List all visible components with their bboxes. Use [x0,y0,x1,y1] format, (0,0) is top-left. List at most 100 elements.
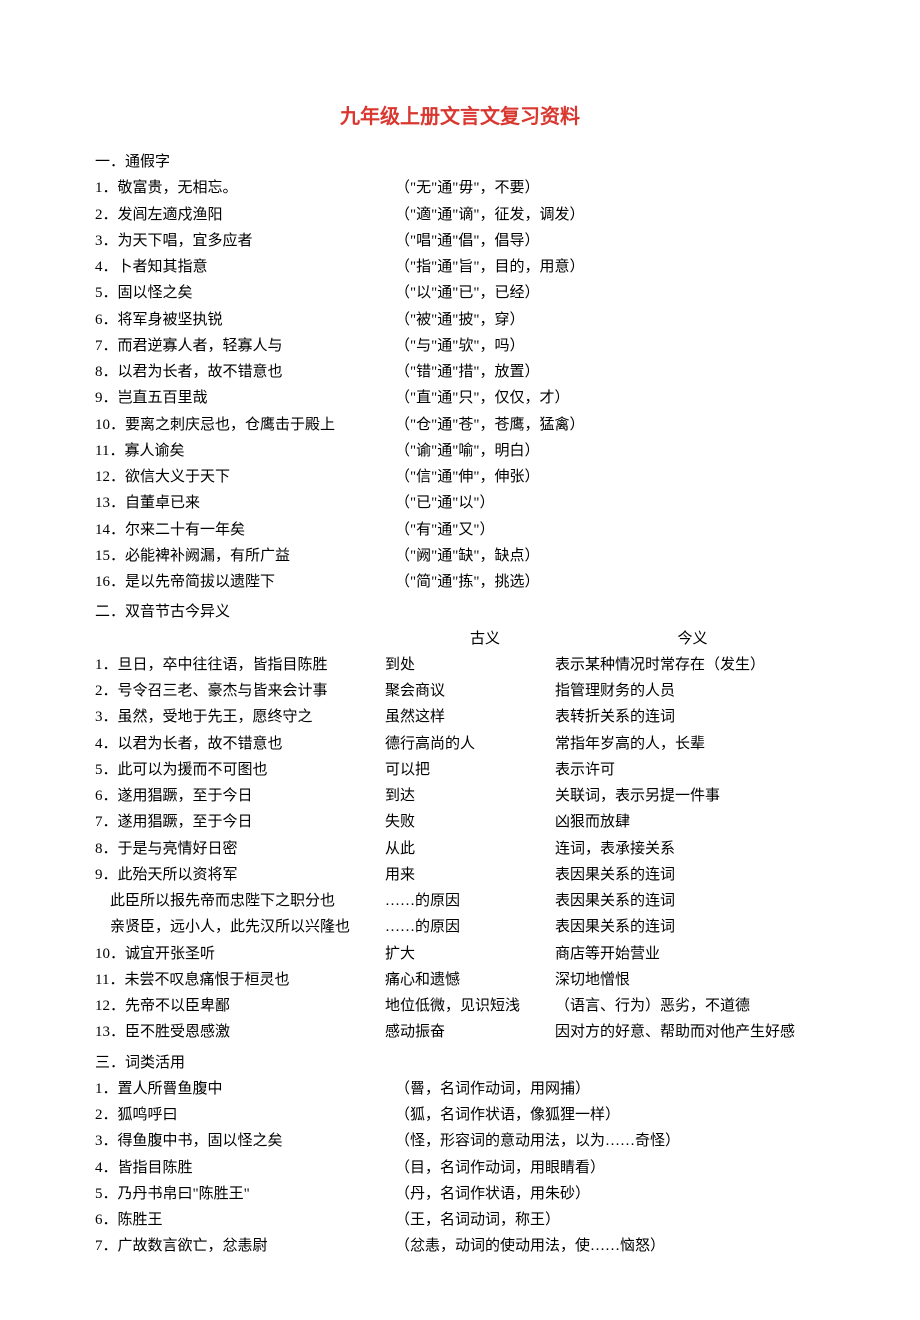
item-modern: 连词，表承接关系 [555,836,825,862]
item-modern: 因对方的好意、帮助而对他产生好感 [555,1019,825,1045]
item-modern: 表示某种情况时常存在（发生） [555,652,825,678]
item-note: （"无"通"毋"，不要） [395,175,825,201]
item-text: 5．固以怪之矣 [95,280,395,306]
item-note: （忿恚，动词的使动用法，使……恼怒） [395,1233,825,1259]
item-text: 9．岂直五百里哉 [95,385,395,411]
list-item: 2．号令召三老、豪杰与皆来会计事聚会商议指管理财务的人员 [95,678,825,704]
header-spacer [95,626,410,652]
item-modern: 表示许可 [555,757,825,783]
item-note: （罾，名词作动词，用网捕） [395,1076,825,1102]
list-item: 8．以君为长者，故不错意也（"错"通"措"，放置） [95,359,825,385]
list-item: 2．狐鸣呼曰（狐，名词作状语，像狐狸一样） [95,1102,825,1128]
item-modern: 关联词，表示另提一件事 [555,783,825,809]
list-item: 13．臣不胜受恩感激感动振奋因对方的好意、帮助而对他产生好感 [95,1019,825,1045]
item-text: 12．先帝不以臣卑鄙 [95,993,385,1019]
item-modern: 凶狠而放肆 [555,809,825,835]
section1-body: 1．敬富贵，无相忘。（"无"通"毋"，不要）2．发闾左適戍渔阳（"適"通"谪"，… [95,175,825,595]
list-item: 14．尔来二十有一年矣（"有"通"又"） [95,517,825,543]
item-note: （"简"通"拣"，挑选） [395,569,825,595]
list-item: 1．敬富贵，无相忘。（"无"通"毋"，不要） [95,175,825,201]
item-text: 9．此殆天所以资将军 [95,862,385,888]
item-text: 7．广故数言欲亡，忿恚尉 [95,1233,395,1259]
list-item: 16．是以先帝简拔以遗陛下（"简"通"拣"，挑选） [95,569,825,595]
item-modern: 常指年岁高的人，长辈 [555,731,825,757]
item-note: （目，名词作动词，用眼睛看） [395,1155,825,1181]
item-ancient: 到达 [385,783,555,809]
list-item: 7．广故数言欲亡，忿恚尉（忿恚，动词的使动用法，使……恼怒） [95,1233,825,1259]
item-text: 1．敬富贵，无相忘。 [95,175,395,201]
item-text: 7．遂用猖蹶，至于今日 [95,809,385,835]
item-modern: 指管理财务的人员 [555,678,825,704]
list-item: 7．而君逆寡人者，轻寡人与（"与"通"欤"，吗） [95,333,825,359]
list-item: 1．旦日，卒中往往语，皆指目陈胜到处表示某种情况时常存在（发生） [95,652,825,678]
item-note: （"被"通"披"，穿） [395,307,825,333]
item-note: （"適"通"谪"，征发，调发） [395,202,825,228]
page-title: 九年级上册文言文复习资料 [95,100,825,135]
item-ancient: 用来 [385,862,555,888]
list-item: 9．此殆天所以资将军用来表因果关系的连词 [95,862,825,888]
section2-body: 1．旦日，卒中往往语，皆指目陈胜到处表示某种情况时常存在（发生）2．号令召三老、… [95,652,825,1046]
item-ancient: 聚会商议 [385,678,555,704]
item-text: 1．置人所罾鱼腹中 [95,1076,395,1102]
list-item: 5．乃丹书帛曰"陈胜王"（丹，名词作状语，用朱砂） [95,1181,825,1207]
list-item: 10．诚宜开张圣听扩大商店等开始营业 [95,941,825,967]
item-text: 6．遂用猖蹶，至于今日 [95,783,385,809]
item-text: 1．旦日，卒中往往语，皆指目陈胜 [95,652,385,678]
list-item: 2．发闾左適戍渔阳（"適"通"谪"，征发，调发） [95,202,825,228]
list-item: 13．自董卓已来（"已"通"以"） [95,490,825,516]
item-modern: 商店等开始营业 [555,941,825,967]
header-jin: 今义 [560,626,825,652]
item-ancient: 感动振奋 [385,1019,555,1045]
item-text: 15．必能裨补阙漏，有所广益 [95,543,395,569]
item-text: 此臣所以报先帝而忠陛下之职分也 [95,888,385,914]
item-note: （丹，名词作状语，用朱砂） [395,1181,825,1207]
item-ancient: 失败 [385,809,555,835]
list-item: 4．以君为长者，故不错意也德行高尚的人常指年岁高的人，长辈 [95,731,825,757]
list-item: 6．将军身被坚执锐（"被"通"披"，穿） [95,307,825,333]
list-item: 7．遂用猖蹶，至于今日失败凶狠而放肆 [95,809,825,835]
item-text: 2．发闾左適戍渔阳 [95,202,395,228]
item-text: 16．是以先帝简拔以遗陛下 [95,569,395,595]
section2-head: 二．双音节古今异义 [95,599,825,625]
item-text: 6．将军身被坚执锐 [95,307,395,333]
item-note: （"信"通"伸"，伸张） [395,464,825,490]
item-modern: 表因果关系的连词 [555,888,825,914]
list-item: 12．先帝不以臣卑鄙地位低微，见识短浅（语言、行为）恶劣，不道德 [95,993,825,1019]
item-ancient: 虽然这样 [385,704,555,730]
item-text: 4．以君为长者，故不错意也 [95,731,385,757]
section1-head: 一．通假字 [95,149,825,175]
header-gu: 古义 [410,626,560,652]
item-ancient: 可以把 [385,757,555,783]
item-note: （"与"通"欤"，吗） [395,333,825,359]
item-ancient: 扩大 [385,941,555,967]
item-text: 11．寡人谕矣 [95,438,395,464]
item-note: （"唱"通"倡"，倡导） [395,228,825,254]
list-item: 3．得鱼腹中书，固以怪之矣（怪，形容词的意动用法，以为……奇怪） [95,1128,825,1154]
list-item: 4．皆指目陈胜（目，名词作动词，用眼睛看） [95,1155,825,1181]
list-item: 12．欲信大义于天下（"信"通"伸"，伸张） [95,464,825,490]
item-note: （"已"通"以"） [395,490,825,516]
list-item: 8．于是与亮情好日密从此连词，表承接关系 [95,836,825,862]
item-note: （"指"通"旨"，目的，用意） [395,254,825,280]
item-modern: 深切地憎恨 [555,967,825,993]
list-item: 4．卜者知其指意（"指"通"旨"，目的，用意） [95,254,825,280]
item-note: （"阙"通"缺"，缺点） [395,543,825,569]
item-ancient: 痛心和遗憾 [385,967,555,993]
item-text: 7．而君逆寡人者，轻寡人与 [95,333,395,359]
item-note: （"仓"通"苍"，苍鹰，猛禽） [395,412,825,438]
item-note: （"直"通"只"，仅仅，才） [395,385,825,411]
item-text: 3．虽然，受地于先王，愿终守之 [95,704,385,730]
list-item: 此臣所以报先帝而忠陛下之职分也……的原因表因果关系的连词 [95,888,825,914]
item-ancient: ……的原因 [385,914,555,940]
item-ancient: 从此 [385,836,555,862]
item-text: 4．皆指目陈胜 [95,1155,395,1181]
item-text: 10．诚宜开张圣听 [95,941,385,967]
list-item: 11．寡人谕矣（"谕"通"喻"，明白） [95,438,825,464]
list-item: 3．虽然，受地于先王，愿终守之虽然这样表转折关系的连词 [95,704,825,730]
item-text: 3．为天下唱，宜多应者 [95,228,395,254]
item-note: （"错"通"措"，放置） [395,359,825,385]
item-ancient: ……的原因 [385,888,555,914]
item-modern: （语言、行为）恶劣，不道德 [555,993,825,1019]
list-item: 11．未尝不叹息痛恨于桓灵也痛心和遗憾深切地憎恨 [95,967,825,993]
item-ancient: 到处 [385,652,555,678]
